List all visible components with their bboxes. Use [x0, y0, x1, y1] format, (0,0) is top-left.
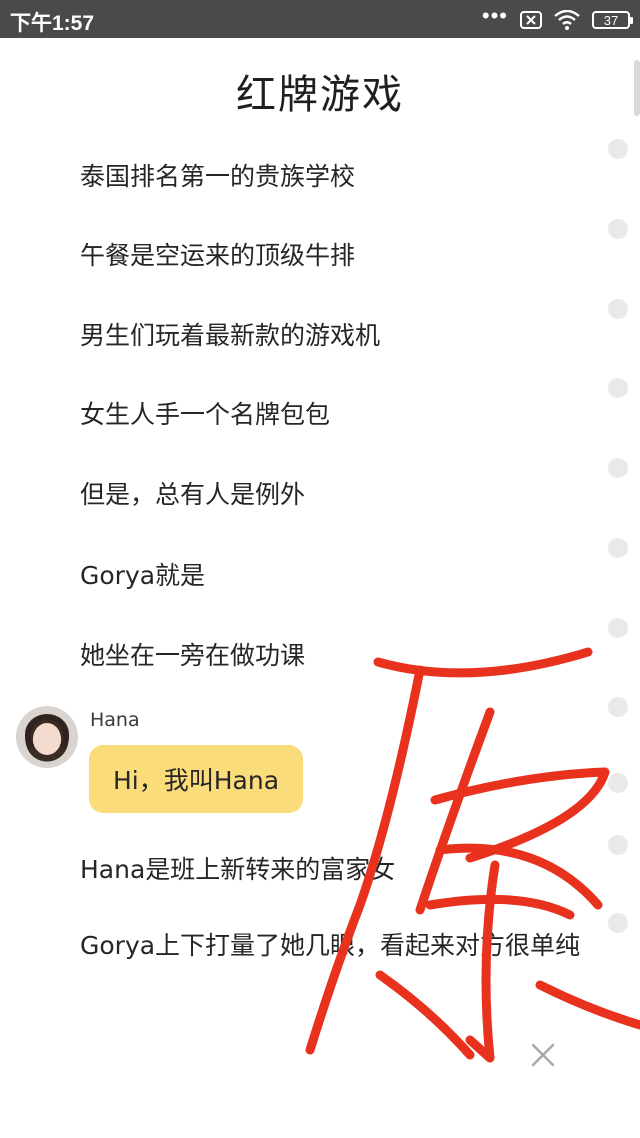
watermark-strokes	[305, 647, 640, 1063]
handwritten-watermark	[305, 647, 640, 1063]
close-icon[interactable]	[530, 1042, 556, 1068]
